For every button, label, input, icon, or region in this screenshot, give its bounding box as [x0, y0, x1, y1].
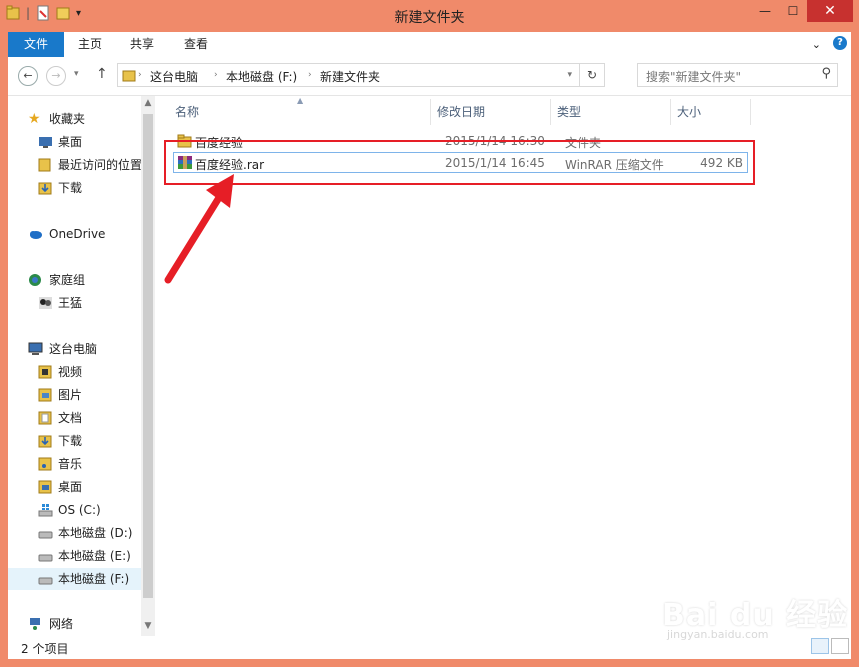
column-header-type[interactable]: 类型 [557, 99, 581, 125]
desktop-icon [39, 137, 52, 148]
sidebar-item-documents[interactable]: 文档 [8, 407, 141, 429]
search-input[interactable]: 搜索"新建文件夹" [646, 68, 741, 85]
details-view-icon[interactable] [811, 638, 829, 654]
search-box[interactable]: 搜索"新建文件夹" ⚲ [637, 63, 838, 87]
item-count: 2 个项目 [21, 642, 69, 656]
window-title: 新建文件夹 [394, 10, 465, 26]
sidebar-item-favorites[interactable]: ★ 收藏夹 [8, 108, 141, 130]
navigation-scrollbar[interactable]: ▲ ▼ [141, 96, 155, 637]
close-button[interactable]: ✕ [807, 0, 853, 22]
sidebar-item-pictures[interactable]: 图片 [8, 384, 141, 406]
breadcrumb-chevron-icon[interactable]: › [214, 70, 218, 80]
recent-places-icon [38, 158, 51, 172]
network-icon [30, 618, 40, 630]
column-separator[interactable] [750, 99, 751, 125]
search-icon[interactable]: ⚲ [821, 66, 831, 81]
watermark-url: jingyan.baidu.com [667, 628, 769, 641]
sidebar-item-recent[interactable]: 最近访问的位置 [8, 154, 141, 176]
sidebar-item-onedrive[interactable]: OneDrive [8, 223, 141, 245]
sidebar-item-drive-d[interactable]: 本地磁盘 (D:) [8, 522, 141, 544]
breadcrumb-drive-f[interactable]: 本地磁盘 (F:) [226, 68, 297, 85]
maximize-button[interactable]: ☐ [779, 0, 807, 22]
minimize-button[interactable]: — [751, 0, 779, 22]
folder-icon [122, 70, 136, 82]
breadcrumb-this-pc[interactable]: 这台电脑 [150, 68, 198, 85]
hard-drive-icon [38, 531, 53, 539]
address-history-icon[interactable]: ▾ [567, 70, 572, 80]
breadcrumb-chevron-icon[interactable]: › [138, 70, 142, 80]
sidebar-item-homegroup[interactable]: 家庭组 [8, 269, 141, 291]
column-separator[interactable] [670, 99, 671, 125]
forward-button[interactable]: → [46, 66, 66, 86]
navigation-bar: ← → ▾ ↑ › 这台电脑 › 本地磁盘 (F:) › 新建文件夹 ▾ ↻ 搜… [8, 57, 851, 95]
column-header-modified[interactable]: 修改日期 [437, 99, 485, 125]
window-controls: — ☐ ✕ [751, 0, 853, 22]
sidebar-item-desktop[interactable]: 桌面 [8, 131, 141, 153]
downloads-icon [38, 182, 52, 195]
column-separator[interactable] [430, 99, 431, 125]
sort-indicator-icon: ▲ [297, 96, 304, 105]
desktop-icon [38, 480, 52, 494]
recent-locations-icon[interactable]: ▾ [74, 69, 79, 79]
hard-drive-icon [38, 554, 53, 562]
sidebar-item-music[interactable]: 音乐 [8, 453, 141, 475]
star-icon: ★ [28, 111, 41, 127]
cloud-icon [30, 231, 42, 239]
up-arrow-icon[interactable]: ↑ [96, 66, 108, 82]
sidebar-item-desktop-pc[interactable]: 桌面 [8, 476, 141, 498]
videos-icon [38, 365, 52, 379]
sidebar-item-drive-e[interactable]: 本地磁盘 (E:) [8, 545, 141, 567]
breadcrumb-chevron-icon[interactable]: › [308, 70, 312, 80]
scroll-down-icon[interactable]: ▼ [141, 621, 155, 637]
tab-file[interactable]: 文件 [8, 32, 64, 57]
tab-share[interactable]: 共享 [116, 32, 168, 57]
column-header-size[interactable]: 大小 [677, 99, 701, 125]
downloads-icon [38, 435, 52, 448]
navigation-pane: ★ 收藏夹 桌面 最近访问的位置 下载 OneDrive 家庭组 王猛 这台电脑… [8, 96, 141, 637]
explorer-window: | ▾ 新建文件夹 — ☐ ✕ 文件 主页 共享 查看 ⌄ ? ← → ▾ ↑ … [0, 0, 859, 667]
pictures-icon [38, 388, 52, 402]
column-header-name[interactable]: 名称 [175, 99, 199, 125]
address-bar[interactable]: › 这台电脑 › 本地磁盘 (F:) › 新建文件夹 ▾ ↻ [117, 63, 605, 87]
column-separator[interactable] [550, 99, 551, 125]
back-button[interactable]: ← [18, 66, 38, 86]
annotation-arrow-icon [164, 174, 234, 284]
sidebar-item-this-pc[interactable]: 这台电脑 [8, 338, 141, 360]
hard-drive-icon [38, 577, 53, 585]
computer-icon [28, 342, 43, 355]
sidebar-item-drive-c[interactable]: OS (C:) [8, 499, 141, 521]
breadcrumb-new-folder[interactable]: 新建文件夹 [320, 68, 380, 85]
sidebar-item-downloads[interactable]: 下载 [8, 177, 141, 199]
tab-home[interactable]: 主页 [64, 32, 116, 57]
music-icon [38, 457, 52, 471]
sidebar-item-network[interactable]: 网络 [8, 613, 141, 635]
sidebar-item-downloads-pc[interactable]: 下载 [8, 430, 141, 452]
view-switcher [811, 638, 849, 654]
sidebar-item-user[interactable]: 王猛 [8, 292, 141, 314]
homegroup-icon [29, 274, 41, 286]
expand-ribbon-icon[interactable]: ⌄ [812, 38, 821, 51]
refresh-button[interactable]: ↻ [579, 64, 604, 86]
help-icon[interactable]: ? [833, 36, 847, 50]
windows-drive-icon [38, 504, 53, 517]
tab-view[interactable]: 查看 [170, 32, 222, 57]
title-bar[interactable]: | ▾ 新建文件夹 — ☐ ✕ [0, 0, 859, 32]
scrollbar-thumb[interactable] [143, 114, 153, 598]
scroll-up-icon[interactable]: ▲ [141, 98, 155, 114]
content-area: ★ 收藏夹 桌面 最近访问的位置 下载 OneDrive 家庭组 王猛 这台电脑… [8, 95, 851, 637]
sidebar-item-drive-f[interactable]: 本地磁盘 (F:) [8, 568, 141, 590]
user-avatar-icon [39, 297, 52, 309]
large-icons-view-icon[interactable] [831, 638, 849, 654]
documents-icon [38, 411, 52, 425]
sidebar-item-videos[interactable]: 视频 [8, 361, 141, 383]
ribbon: 文件 主页 共享 查看 ⌄ ? [8, 32, 851, 58]
